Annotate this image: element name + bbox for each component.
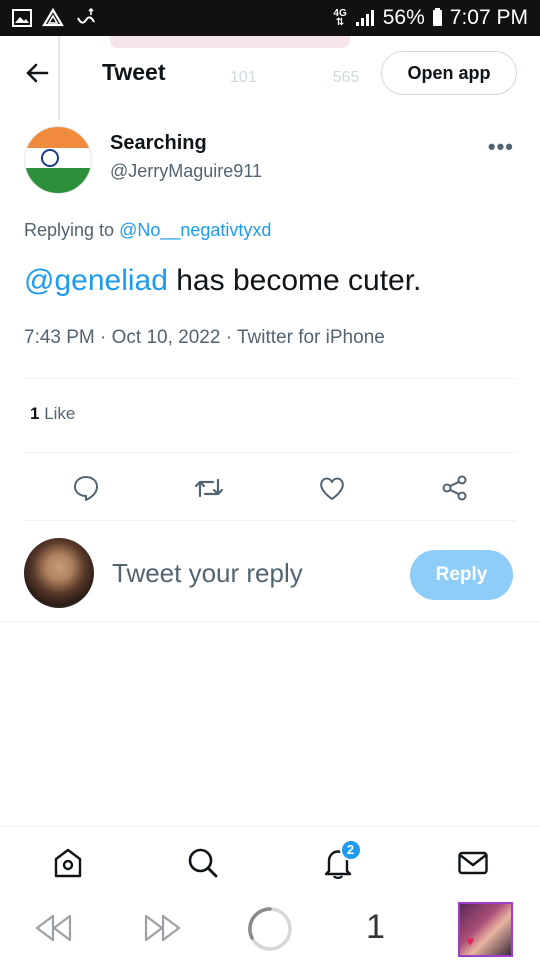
drive-icon	[42, 8, 64, 27]
arrow-left-icon	[26, 63, 49, 83]
nav-notifications-button[interactable]: 2	[316, 838, 362, 885]
share-icon	[442, 475, 466, 501]
author-avatar[interactable]	[24, 126, 92, 194]
share-action-button[interactable]	[437, 470, 473, 506]
author-handle[interactable]: @JerryMaguire911	[110, 161, 262, 182]
user-avatar[interactable]	[24, 538, 94, 608]
reply-button[interactable]: Reply	[410, 550, 513, 600]
mention-link[interactable]: @geneliad	[24, 264, 168, 297]
reply-composer: Reply	[0, 536, 540, 622]
reply-action-button[interactable]	[68, 470, 104, 506]
status-bar: 4G ⇅ 56% 7:07 PM	[0, 0, 540, 36]
author-name[interactable]: Searching	[110, 132, 207, 155]
tweet-meta: 7:43 PM · Oct 10, 2022 · Twitter for iPh…	[24, 327, 385, 348]
thread-line	[58, 36, 60, 120]
usb-transfer-icon	[77, 8, 95, 24]
underlying-media-edge	[110, 36, 350, 48]
likes-summary[interactable]: 1 Like	[30, 404, 75, 424]
network-type: 4G ⇅	[333, 8, 347, 28]
heart-sticker-icon: ♥	[466, 933, 475, 949]
like-count: 1	[30, 404, 40, 423]
nav-messages-button[interactable]	[451, 841, 495, 885]
tweet-body: has become cuter.	[167, 264, 422, 297]
replying-to-handle[interactable]: @No__negativtyxd	[119, 220, 271, 240]
browser-bar: 1 ♥	[0, 898, 540, 960]
underlying-like-count: 565	[332, 69, 360, 86]
fast-forward-icon	[144, 914, 181, 942]
back-button[interactable]	[22, 58, 52, 88]
reply-input[interactable]	[112, 558, 392, 589]
like-label: Like	[44, 404, 76, 423]
notification-badge: 2	[339, 838, 362, 861]
divider	[24, 378, 516, 379]
rewind-icon	[35, 914, 72, 942]
clock: 7:07 PM	[449, 6, 528, 29]
gallery-icon	[12, 9, 32, 27]
battery-percent: 56%	[382, 6, 425, 29]
more-options-button[interactable]: •••	[488, 134, 514, 160]
browser-forward-button[interactable]	[142, 912, 182, 944]
divider	[24, 520, 516, 521]
top-bar: 101 565 Tweet Open app	[0, 36, 540, 120]
tweet-text: @geneliad has become cuter.	[24, 262, 516, 300]
retweet-icon	[194, 478, 223, 498]
loading-spinner-icon	[248, 907, 292, 951]
profile-thumbnail[interactable]: ♥	[458, 902, 513, 957]
browser-back-button[interactable]	[34, 912, 74, 944]
like-action-button[interactable]	[314, 470, 350, 506]
tab-count[interactable]: 1	[366, 908, 385, 947]
page-title: Tweet	[102, 59, 166, 85]
bottom-nav: 2	[0, 826, 540, 898]
underlying-retweet-count: 101	[230, 69, 257, 86]
tweet-author: Searching @JerryMaguire911 •••	[24, 126, 516, 196]
home-icon	[54, 848, 81, 877]
divider	[24, 452, 516, 453]
mail-icon	[457, 851, 488, 874]
tweet-actions	[24, 470, 516, 506]
nav-home-button[interactable]	[46, 841, 90, 885]
battery-icon	[432, 8, 442, 26]
nav-explore-button[interactable]	[181, 841, 225, 885]
underlying-tweet-stats: 101 565	[230, 69, 359, 87]
open-app-button[interactable]: Open app	[381, 51, 517, 95]
replying-to: Replying to @No__negativtyxd	[24, 220, 271, 241]
flag-chakra	[41, 149, 59, 167]
comment-icon	[73, 476, 98, 501]
replying-prefix: Replying to	[24, 220, 115, 240]
thumbnail-image: ♥	[458, 902, 513, 957]
heart-icon	[319, 477, 344, 500]
browser-refresh-button[interactable]	[247, 906, 293, 952]
signal-icon	[355, 10, 374, 26]
retweet-action-button[interactable]	[191, 470, 227, 506]
search-icon	[188, 848, 217, 877]
